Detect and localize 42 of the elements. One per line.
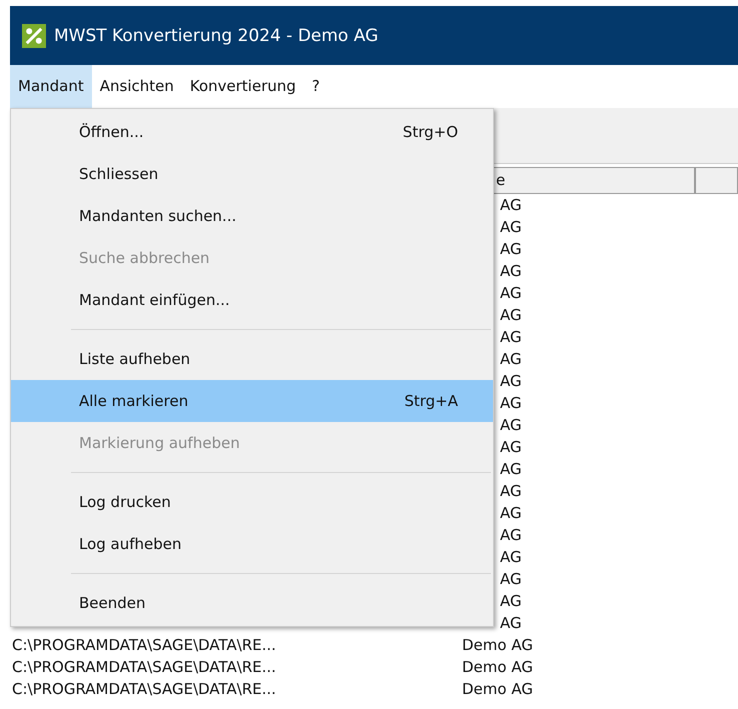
menu-option[interactable]: Öffnen... Strg+O (11, 111, 493, 153)
menu-item[interactable]: Ansichten (92, 65, 182, 108)
table-cell-text: C:\PROGRAMDATA\SAGE\DATA\RE... (11, 635, 278, 656)
table-cell-text: C:\PROGRAMDATA\SAGE\DATA\RE... (11, 657, 278, 678)
menu-item[interactable]: Mandant (10, 65, 92, 108)
menu-option[interactable]: Log aufheben (11, 523, 493, 565)
table-cell-text: AG (500, 239, 522, 260)
table-cell-text: AG (500, 195, 522, 216)
menu-item[interactable]: Konvertierung (182, 65, 304, 108)
menu-option[interactable]: Schliessen (11, 153, 493, 195)
table-cell-text: AG (500, 371, 522, 392)
table-cell-text: AG (500, 261, 522, 282)
table-cell-text: AG (500, 327, 522, 348)
table-cell-text: AG (500, 393, 522, 414)
menu-option[interactable]: Beenden (11, 582, 493, 624)
menu-option[interactable]: Mandanten suchen... (11, 195, 493, 237)
menu-option[interactable]: Mandant einfügen... (11, 279, 493, 321)
table-cell-text: AG (500, 481, 522, 502)
menu-item[interactable]: ? (304, 65, 328, 108)
table-cell-text: Demo AG (462, 635, 533, 656)
table-cell-text: AG (500, 525, 522, 546)
window-title: MWST Konvertierung 2024 - Demo AG (54, 26, 378, 46)
table-cell-text: AG (500, 613, 522, 634)
table-cell-text: AG (500, 217, 522, 238)
table-cell-text: AG (500, 305, 522, 326)
table-cell-text: AG (500, 591, 522, 612)
menu-option[interactable]: Liste aufheben (11, 338, 493, 380)
table-cell-text: AG (500, 503, 522, 524)
table-cell-text: AG (500, 349, 522, 370)
menu-option[interactable]: Alle markieren Strg+A (11, 380, 493, 422)
table-cell-text: AG (500, 415, 522, 436)
column-header[interactable] (695, 167, 738, 194)
menu-option[interactable]: Log drucken (11, 481, 493, 523)
table-cell-text: Demo AG (462, 657, 533, 678)
table-cell-text: AG (500, 459, 522, 480)
table-cell-text: C:\PROGRAMDATA\SAGE\DATA\RE... (11, 679, 278, 700)
table-cell-text: Demo AG (462, 679, 533, 700)
table-cell-text: AG (500, 547, 522, 568)
table-cell-text: AG (500, 569, 522, 590)
percent-icon (22, 24, 46, 48)
table-cell-text: AG (500, 437, 522, 458)
table-cell-text: AG (500, 283, 522, 304)
